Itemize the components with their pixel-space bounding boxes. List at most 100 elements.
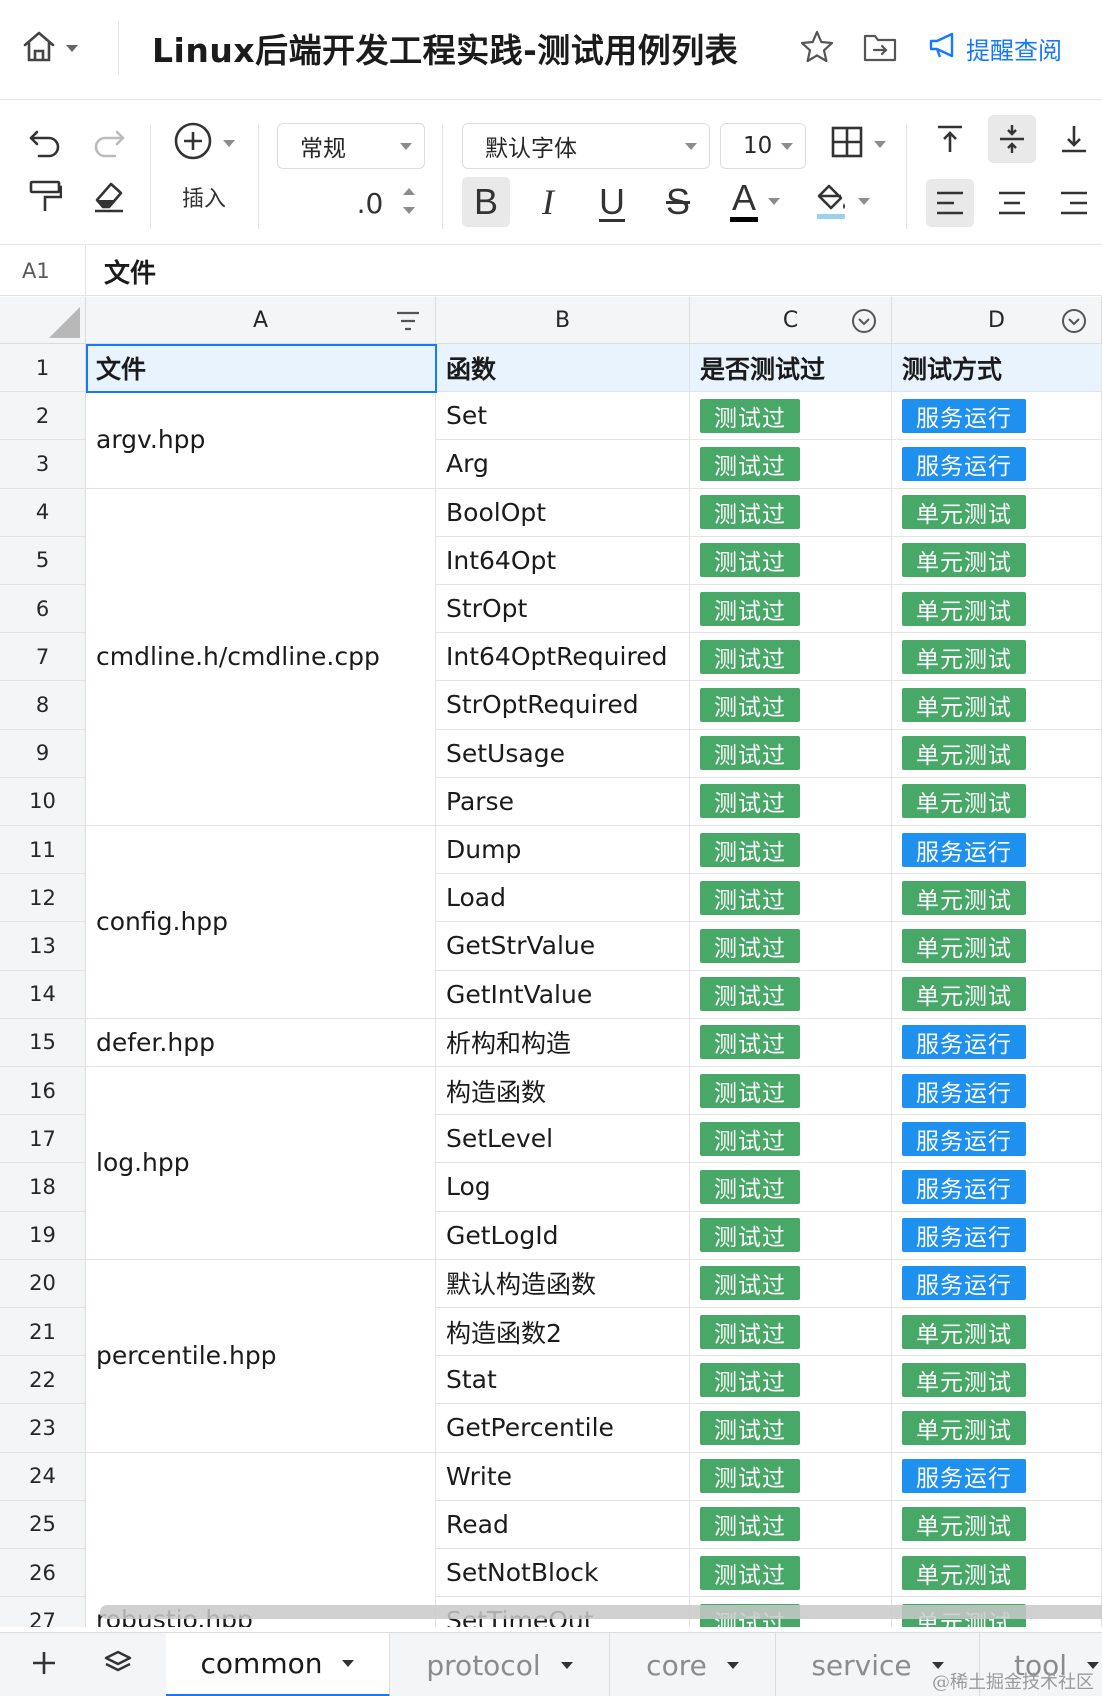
row-header[interactable]: 11 (0, 826, 86, 875)
file-name-cell[interactable]: percentile.hpp (86, 1259, 436, 1453)
row-header[interactable]: 4 (0, 488, 86, 537)
tested-cell[interactable]: 测试过 (690, 1356, 892, 1405)
align-right-icon[interactable] (1050, 179, 1098, 227)
row-header[interactable]: 16 (0, 1067, 86, 1116)
align-center-icon[interactable] (988, 179, 1036, 227)
underline-button[interactable]: U (588, 177, 636, 227)
tested-cell[interactable]: 测试过 (690, 970, 892, 1019)
tested-cell[interactable]: 测试过 (690, 1549, 892, 1598)
add-sheet-button[interactable] (18, 1633, 70, 1696)
row-header[interactable]: 2 (0, 392, 86, 441)
function-cell[interactable]: SetUsage (436, 729, 690, 778)
row-header[interactable]: 12 (0, 874, 86, 923)
tested-cell[interactable]: 测试过 (690, 1211, 892, 1260)
function-cell[interactable]: 构造函数 (436, 1067, 690, 1116)
tested-cell[interactable]: 测试过 (690, 488, 892, 537)
tested-cell[interactable]: 测试过 (690, 681, 892, 730)
fill-color-dropdown[interactable] (806, 173, 878, 229)
function-cell[interactable]: GetStrValue (436, 922, 690, 971)
file-name-cell[interactable]: defer.hpp (86, 1018, 436, 1067)
row-header[interactable]: 17 (0, 1115, 86, 1164)
remind-review-button[interactable]: 提醒查阅 (928, 30, 1062, 66)
home-menu-button[interactable] (20, 28, 90, 68)
header-cell-c[interactable]: 是否测试过 (690, 344, 892, 393)
star-icon[interactable] (798, 28, 836, 66)
function-cell[interactable]: Write (436, 1452, 690, 1501)
test-method-cell[interactable]: 服务运行 (892, 1115, 1102, 1164)
sheet-tab-core[interactable]: core (610, 1633, 776, 1696)
row-header[interactable]: 5 (0, 536, 86, 585)
align-middle-icon[interactable] (988, 115, 1036, 163)
tested-cell[interactable]: 测试过 (690, 633, 892, 682)
italic-button[interactable]: I (524, 177, 572, 227)
function-cell[interactable]: GetLogId (436, 1211, 690, 1260)
formula-input[interactable]: 文件 (104, 246, 156, 296)
file-name-cell[interactable]: config.hpp (86, 826, 436, 1019)
row-header[interactable]: 26 (0, 1549, 86, 1598)
font-size-select[interactable]: 10 (720, 123, 806, 169)
undo-icon[interactable] (22, 119, 68, 165)
test-method-cell[interactable]: 服务运行 (892, 392, 1102, 441)
row-header[interactable]: 8 (0, 681, 86, 730)
eraser-icon[interactable] (86, 173, 132, 219)
function-cell[interactable]: GetPercentile (436, 1404, 690, 1453)
function-cell[interactable]: Int64OptRequired (436, 633, 690, 682)
function-cell[interactable]: StrOptRequired (436, 681, 690, 730)
function-cell[interactable]: StrOpt (436, 585, 690, 634)
row-header[interactable]: 27 (0, 1597, 86, 1627)
row-header[interactable]: 20 (0, 1259, 86, 1308)
row-header[interactable]: 14 (0, 970, 86, 1019)
test-method-cell[interactable]: 单元测试 (892, 729, 1102, 778)
function-cell[interactable]: Read (436, 1500, 690, 1549)
test-method-cell[interactable]: 服务运行 (892, 1452, 1102, 1501)
row-header[interactable]: 6 (0, 585, 86, 634)
function-cell[interactable]: Dump (436, 826, 690, 875)
format-painter-icon[interactable] (22, 173, 68, 219)
row-header[interactable]: 3 (0, 440, 86, 489)
function-cell[interactable]: 构造函数2 (436, 1308, 690, 1357)
sheet-list-button[interactable] (90, 1633, 146, 1696)
test-method-cell[interactable]: 单元测试 (892, 585, 1102, 634)
file-name-cell[interactable]: argv.hpp (86, 392, 436, 489)
tested-cell[interactable]: 测试过 (690, 1018, 892, 1067)
test-method-cell[interactable]: 服务运行 (892, 1067, 1102, 1116)
align-bottom-icon[interactable] (1050, 115, 1098, 163)
function-cell[interactable]: Stat (436, 1356, 690, 1405)
tested-cell[interactable]: 测试过 (690, 826, 892, 875)
test-method-cell[interactable]: 单元测试 (892, 1308, 1102, 1357)
row-header[interactable]: 25 (0, 1500, 86, 1549)
function-cell[interactable]: SetLevel (436, 1115, 690, 1164)
test-method-cell[interactable]: 服务运行 (892, 1163, 1102, 1212)
function-cell[interactable]: GetIntValue (436, 970, 690, 1019)
function-cell[interactable]: Arg (436, 440, 690, 489)
row-header[interactable]: 19 (0, 1211, 86, 1260)
row-header[interactable]: 15 (0, 1018, 86, 1067)
tested-cell[interactable]: 测试过 (690, 922, 892, 971)
test-method-cell[interactable]: 单元测试 (892, 1404, 1102, 1453)
tested-cell[interactable]: 测试过 (690, 1404, 892, 1453)
tested-cell[interactable]: 测试过 (690, 440, 892, 489)
row-header[interactable]: 24 (0, 1452, 86, 1501)
test-method-cell[interactable]: 服务运行 (892, 1018, 1102, 1067)
file-name-cell[interactable]: log.hpp (86, 1067, 436, 1260)
test-method-cell[interactable]: 单元测试 (892, 970, 1102, 1019)
document-title[interactable]: Linux后端开发工程实践-测试用例列表 (152, 24, 738, 72)
tested-cell[interactable]: 测试过 (690, 1115, 892, 1164)
redo-icon[interactable] (86, 119, 132, 165)
align-top-icon[interactable] (926, 115, 974, 163)
font-color-dropdown[interactable]: A (722, 173, 788, 229)
row-header[interactable]: 13 (0, 922, 86, 971)
column-header-b[interactable]: B (436, 297, 690, 344)
test-method-cell[interactable]: 单元测试 (892, 777, 1102, 826)
insert-dropdown[interactable] (166, 117, 242, 169)
function-cell[interactable]: Parse (436, 777, 690, 826)
function-cell[interactable]: Int64Opt (436, 536, 690, 585)
move-to-folder-icon[interactable] (862, 30, 898, 64)
row-header[interactable]: 7 (0, 633, 86, 682)
row-header[interactable]: 10 (0, 777, 86, 826)
column-header-a[interactable]: A (86, 297, 436, 344)
test-method-cell[interactable]: 单元测试 (892, 1356, 1102, 1405)
tested-cell[interactable]: 测试过 (690, 729, 892, 778)
tested-cell[interactable]: 测试过 (690, 1067, 892, 1116)
test-method-cell[interactable]: 单元测试 (892, 536, 1102, 585)
